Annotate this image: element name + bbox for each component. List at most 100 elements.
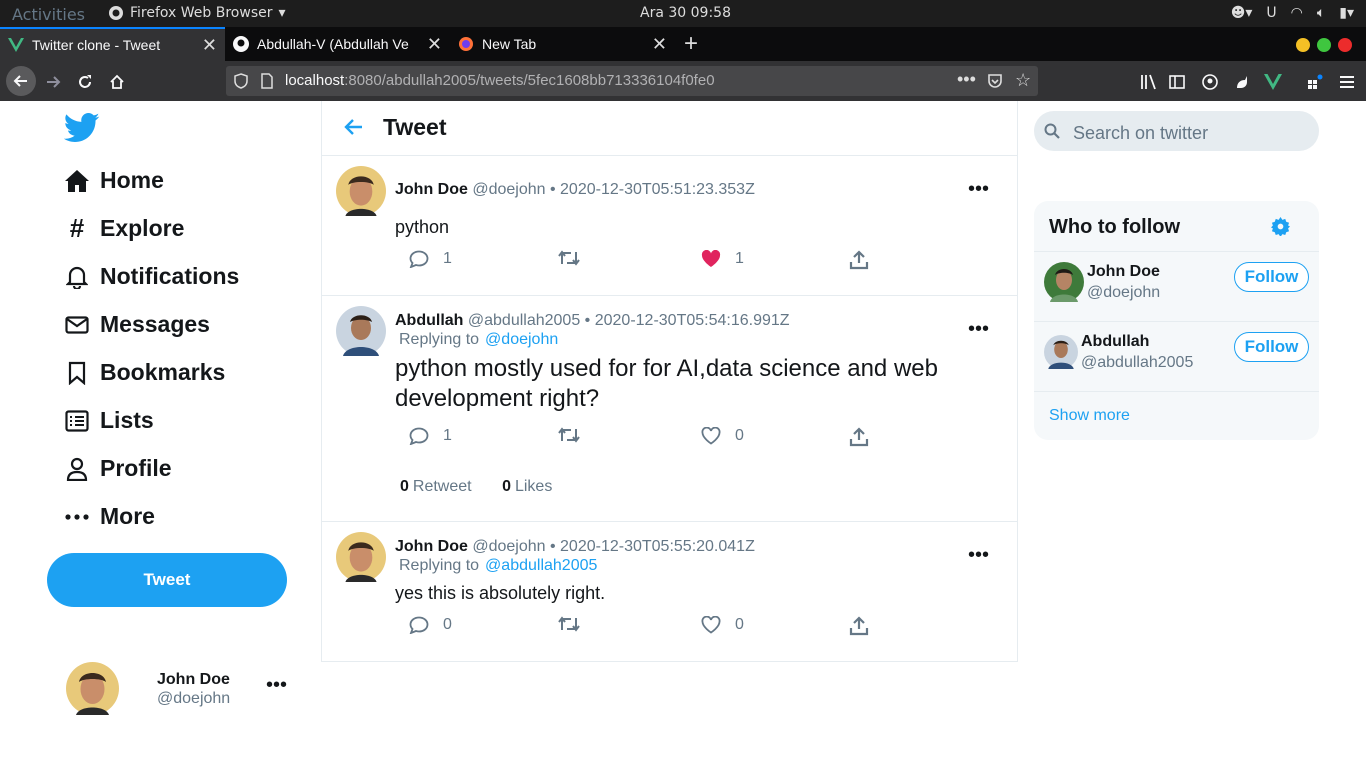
nav-notifications[interactable]: Notifications [64, 263, 239, 290]
more-icon[interactable]: ••• [266, 674, 287, 697]
like-count: 0 [735, 616, 744, 633]
page-actions-icon[interactable]: ••• [957, 69, 976, 90]
nav-more[interactable]: More [64, 503, 155, 530]
like-action[interactable]: 0 [701, 616, 744, 634]
gear-icon[interactable] [1271, 217, 1290, 236]
suggestion-handle: @abdullah2005 [1081, 354, 1194, 371]
url-bar[interactable]: localhost:8080/abdullah2005/tweets/5fec1… [226, 66, 1038, 96]
show-more-link[interactable]: Show more [1049, 407, 1130, 425]
retweet-action[interactable] [557, 427, 581, 443]
tab-twitter-clone[interactable]: Twitter clone - Tweet ✕ [0, 27, 225, 61]
more-icon[interactable]: ••• [968, 178, 989, 201]
avatar [66, 662, 119, 715]
hash-icon: # [69, 213, 85, 243]
suggestion-name[interactable]: Abdullah [1081, 333, 1149, 351]
reply-action[interactable]: 1 [409, 427, 452, 445]
app-menu[interactable]: Firefox Web Browser ▾ [108, 5, 286, 21]
magnet-icon[interactable]: U [1266, 5, 1276, 21]
share-action[interactable] [849, 250, 869, 270]
battery-icon[interactable]: ▮▾ [1339, 5, 1354, 21]
extensions-icon[interactable] [1302, 69, 1328, 95]
follow-button[interactable]: Follow [1234, 262, 1309, 292]
maximize-button[interactable] [1317, 38, 1331, 52]
twitter-logo-icon[interactable] [64, 113, 100, 143]
nav-explore[interactable]: # Explore [64, 213, 185, 243]
volume-icon[interactable]: 🔈︎ [1317, 5, 1325, 21]
retweet-action[interactable] [557, 616, 581, 632]
follow-suggestion[interactable]: John Doe @doejohn Follow [1034, 252, 1319, 322]
tweet-author[interactable]: John Doe [395, 538, 468, 555]
tweet-stats: 0 Retweet 0 Likes [400, 478, 552, 496]
suggestion-name[interactable]: John Doe [1087, 263, 1160, 281]
reply-count: 1 [443, 250, 452, 267]
replying-handle[interactable]: @abdullah2005 [485, 557, 597, 574]
tweet[interactable]: John Doe @doejohn • 2020-12-30T05:55:20.… [322, 522, 1017, 662]
clock[interactable]: Ara 30 09:58 [640, 5, 731, 21]
share-action[interactable] [849, 427, 869, 447]
tweet[interactable]: Abdullah @abdullah2005 • 2020-12-30T05:5… [322, 296, 1017, 522]
back-button[interactable] [6, 66, 36, 96]
bookmark-icon [64, 360, 90, 386]
back-arrow-icon[interactable] [344, 118, 364, 136]
nav-profile[interactable]: Profile [64, 455, 172, 482]
reload-button[interactable] [72, 69, 98, 95]
library-icon[interactable] [1136, 69, 1162, 95]
close-icon[interactable]: ✕ [202, 35, 217, 56]
close-icon[interactable]: ✕ [427, 34, 442, 55]
activities-button[interactable]: Activities [12, 5, 85, 24]
reply-action[interactable]: 0 [409, 616, 452, 634]
tweet-text: python [395, 217, 450, 237]
sidebar-icon[interactable] [1164, 69, 1190, 95]
close-window-button[interactable] [1338, 38, 1352, 52]
follow-button[interactable]: Follow [1234, 332, 1309, 362]
vue-devtools-icon[interactable] [1260, 69, 1286, 95]
indicator-icon[interactable]: ☻▾ [1231, 5, 1253, 21]
home-button[interactable] [104, 69, 130, 95]
like-action[interactable]: 1 [701, 250, 744, 268]
tab-github[interactable]: Abdullah-V (Abdullah Ve ✕ [225, 27, 450, 61]
system-tray[interactable]: ☻▾ U ◠ 🔈︎ ▮▾ [1231, 5, 1354, 21]
tab-strip: Twitter clone - Tweet ✕ Abdullah-V (Abdu… [0, 27, 1366, 61]
new-tab-button[interactable]: + [675, 27, 707, 61]
current-user-card[interactable]: John Doe @doejohn ••• [66, 662, 306, 718]
more-icon[interactable]: ••• [968, 318, 989, 341]
retweet-action[interactable] [557, 250, 581, 266]
hamburger-menu-icon[interactable] [1334, 69, 1360, 95]
nav-messages[interactable]: Messages [64, 311, 210, 338]
nav-lists[interactable]: Lists [64, 407, 154, 434]
tweet[interactable]: John Doe @doejohn • 2020-12-30T05:51:23.… [322, 156, 1017, 296]
nav-bookmarks[interactable]: Bookmarks [64, 359, 225, 386]
tab-new-tab[interactable]: New Tab ✕ [450, 27, 675, 61]
close-icon[interactable]: ✕ [652, 34, 667, 55]
tweet-author[interactable]: John Doe [395, 181, 468, 198]
wifi-icon[interactable]: ◠ [1291, 5, 1303, 21]
nav-home[interactable]: Home [64, 167, 164, 194]
gnome-extension-icon[interactable] [1229, 69, 1255, 95]
chevron-down-icon: ▾ [278, 5, 286, 21]
avatar[interactable] [336, 532, 386, 582]
replying-handle[interactable]: @doejohn [485, 331, 558, 348]
retweet-stat-label: Retweet [412, 478, 472, 495]
like-action[interactable]: 0 [701, 427, 744, 445]
dots-icon [64, 504, 90, 530]
follow-suggestion[interactable]: Abdullah @abdullah2005 Follow [1034, 322, 1319, 392]
tweet-date: 2020-12-30T05:51:23.353Z [560, 181, 755, 198]
likes-stat[interactable]: 0 Likes [502, 478, 552, 495]
page-icon[interactable] [261, 73, 273, 89]
avatar[interactable] [336, 306, 386, 356]
tweet-author[interactable]: Abdullah [395, 312, 463, 329]
avatar[interactable] [336, 166, 386, 216]
star-icon[interactable]: ☆ [1015, 70, 1031, 91]
reply-action[interactable]: 1 [409, 250, 452, 268]
search-input[interactable]: Search on twitter [1034, 111, 1319, 151]
pocket-icon[interactable] [987, 73, 1003, 89]
share-action[interactable] [849, 616, 869, 636]
minimize-button[interactable] [1296, 38, 1310, 52]
bell-icon [64, 264, 90, 290]
account-icon[interactable] [1197, 69, 1223, 95]
retweet-stat[interactable]: 0 Retweet [400, 478, 472, 495]
forward-button[interactable] [40, 69, 66, 95]
tweet-button[interactable]: Tweet [47, 553, 287, 607]
shield-icon[interactable] [234, 73, 248, 89]
more-icon[interactable]: ••• [968, 544, 989, 567]
